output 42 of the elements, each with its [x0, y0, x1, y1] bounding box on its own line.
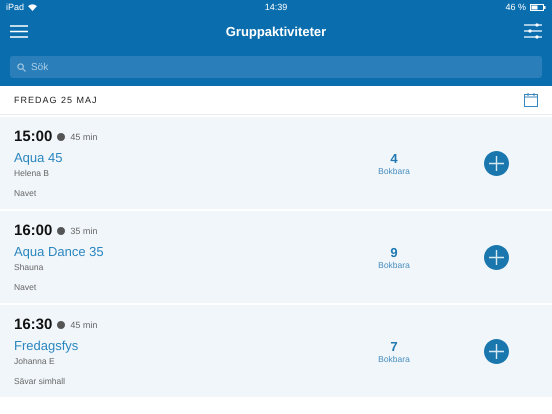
date-heading: FREDAG 25 MAJ	[14, 95, 98, 105]
spots-label: Bokbara	[378, 354, 410, 364]
spots-label: Bokbara	[378, 166, 410, 176]
start-time: 15:00	[14, 128, 52, 145]
instructor-name: Shauna	[14, 262, 44, 272]
location: Navet	[14, 282, 38, 292]
activity-name: Aqua Dance 35	[14, 244, 105, 259]
duration: 35 min	[70, 226, 98, 236]
filter-sliders-icon[interactable]	[524, 23, 542, 39]
battery-percent: 46 %	[505, 2, 526, 12]
activity-card[interactable]: 16:00 35 min Aqua Dance 35 Shauna Navet 9 Bokbara	[0, 211, 552, 303]
search-field[interactable]: Sök	[10, 56, 542, 78]
calendar-icon[interactable]	[524, 93, 538, 107]
activity-name: Fredagsfys	[14, 338, 80, 353]
device-name: iPad	[6, 2, 24, 12]
start-time: 16:30	[14, 316, 52, 333]
spots-count: 4	[390, 150, 398, 166]
plus-icon	[489, 250, 504, 264]
plus-icon	[489, 344, 504, 358]
add-button[interactable]	[484, 338, 509, 364]
menu-icon[interactable]	[10, 24, 28, 38]
spots-count: 9	[390, 244, 398, 260]
add-button[interactable]	[484, 150, 509, 176]
battery-icon	[530, 4, 546, 10]
spots-count: 7	[390, 338, 398, 354]
location: Navet	[14, 188, 38, 198]
plus-icon	[489, 156, 504, 170]
location: Sävar simhall	[14, 376, 66, 386]
duration: 45 min	[70, 320, 98, 330]
instructor-name: Johanna E	[14, 356, 56, 366]
duration: 45 min	[70, 132, 98, 142]
clock: 14:39	[264, 2, 288, 12]
activity-card[interactable]: 16:30 45 min Fredagsfys Johanna E Sävar simhall 7 Bokbara	[0, 305, 552, 397]
instructor-name: Helena B	[14, 168, 50, 178]
add-button[interactable]	[484, 244, 509, 270]
spots-label: Bokbara	[378, 260, 410, 270]
activity-card[interactable]: 15:00 45 min Aqua 45 Helena B Navet 4 Bokbara	[0, 117, 552, 209]
wifi-icon	[28, 4, 38, 10]
search-icon	[17, 63, 26, 72]
start-time: 16:00	[14, 222, 52, 239]
page-title: Gruppaktiviteter	[226, 24, 326, 38]
activity-name: Aqua 45	[14, 150, 64, 165]
